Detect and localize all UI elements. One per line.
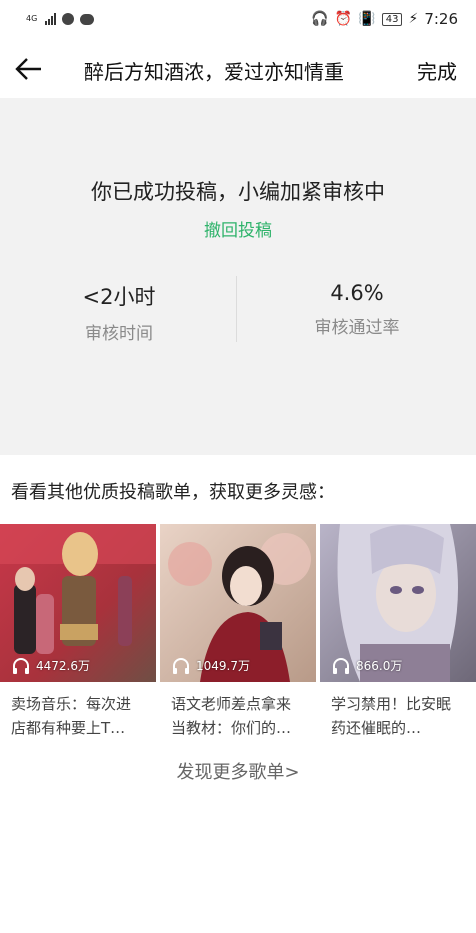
headphones-icon: [173, 657, 189, 674]
playlist-title[interactable]: 学习禁用！比安眠药还催眠的…: [331, 692, 465, 740]
pass-rate-value: 4.6%: [330, 281, 384, 305]
play-count-text: 1049.7万: [196, 659, 250, 673]
review-message: 你已成功投稿，小编加紧审核中: [91, 180, 385, 204]
signal-icon: [45, 13, 57, 25]
headphones-icon: [13, 657, 29, 674]
pass-rate-label: 审核通过率: [314, 318, 400, 338]
review-time-stat: <2小时 审核时间: [0, 281, 238, 344]
playlist-card[interactable]: 866.0万 学习禁用！比安眠药还催眠的…: [320, 524, 476, 740]
review-time-label: 审核时间: [85, 324, 153, 344]
vibrate-icon: 📳: [358, 11, 376, 27]
headphones-icon: [333, 657, 349, 674]
clock: 7:26: [424, 10, 458, 28]
done-button[interactable]: 完成: [417, 56, 457, 85]
playlist-title[interactable]: 卖场音乐：每次进店都有种要上T…: [11, 692, 145, 740]
review-time-value: <2小时: [82, 285, 156, 309]
playlist-title[interactable]: 语文老师差点拿来当教材：你们的…: [171, 692, 305, 740]
play-count-text: 4472.6万: [36, 659, 90, 673]
page-title: 醉后方知酒浓，爱过亦知情重: [84, 60, 344, 84]
wechat-icon: [80, 13, 95, 25]
playlist-card[interactable]: 4472.6万 卖场音乐：每次进店都有种要上T…: [0, 524, 156, 740]
status-right: 🎧 ⏰ 📳 43 ⚡ 7:26: [311, 10, 458, 28]
pass-rate-stat: 4.6% 审核通过率: [238, 281, 476, 338]
headphone-icon: 🎧: [311, 11, 329, 27]
status-left: 4G: [26, 13, 95, 25]
playlist-card[interactable]: 1049.7万 语文老师差点拿来当教材：你们的…: [160, 524, 316, 740]
top-bar: 醉后方知酒浓，爱过亦知情重 完成: [0, 38, 476, 98]
discover-more-link[interactable]: 发现更多歌单>: [0, 758, 476, 784]
play-count: 866.0万: [332, 657, 402, 674]
playlist-cover: 866.0万: [320, 524, 476, 682]
play-count-text: 866.0万: [356, 659, 403, 673]
back-arrow-icon[interactable]: [14, 54, 44, 84]
playlist-cover: 1049.7万: [160, 524, 316, 682]
network-type: 4G: [26, 14, 38, 23]
withdraw-button[interactable]: 撤回投稿: [0, 216, 476, 241]
stat-divider: [236, 276, 237, 342]
play-count: 1049.7万: [172, 657, 250, 674]
playlist-list: 4472.6万 卖场音乐：每次进店都有种要上T… 1049.7万 语文老师差点拿…: [0, 524, 476, 740]
alarm-icon: ⏰: [334, 11, 353, 27]
status-bar: 4G 🎧 ⏰ 📳 43 ⚡ 7:26: [0, 0, 476, 38]
charging-icon: ⚡: [408, 11, 419, 27]
playlist-cover: 4472.6万: [0, 524, 156, 682]
recommendation-heading: 看看其他优质投稿歌单，获取更多灵感：: [11, 482, 335, 503]
review-status-panel: 你已成功投稿，小编加紧审核中 撤回投稿 <2小时 审核时间 4.6% 审核通过率: [0, 98, 476, 455]
play-count: 4472.6万: [12, 657, 90, 674]
browser-icon: [62, 13, 75, 25]
battery-icon: 43: [381, 12, 403, 26]
